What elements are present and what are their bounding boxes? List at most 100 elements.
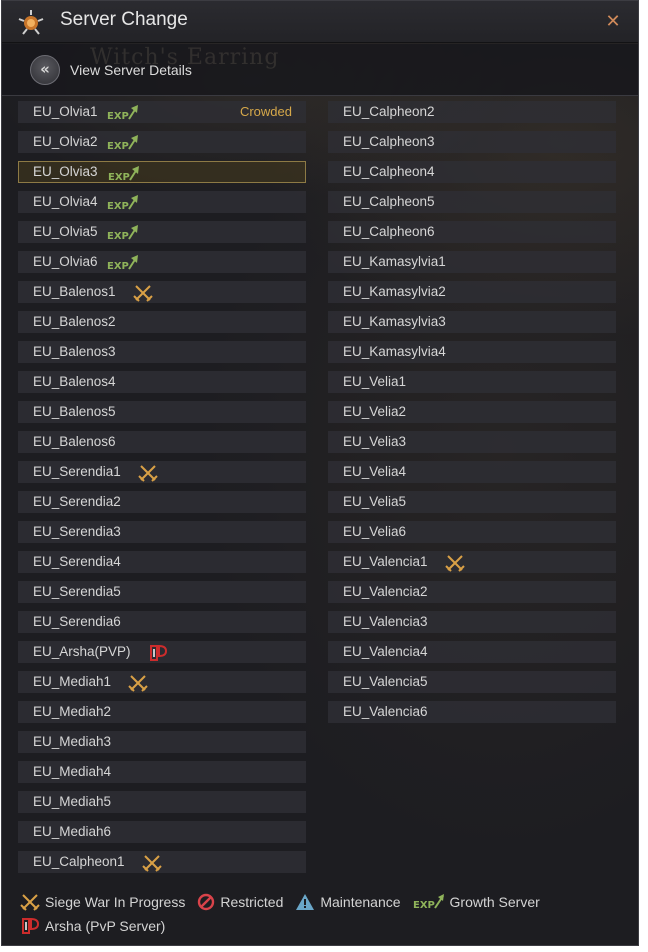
- server-row-eu-valencia4[interactable]: EU_Valencia4: [328, 641, 616, 663]
- server-status-label: Crowded: [239, 104, 292, 119]
- server-name: EU_Velia3: [343, 434, 407, 449]
- server-name: EU_Mediah2: [33, 704, 112, 719]
- server-row-eu-olvia3[interactable]: EU_Olvia3 EXP: [18, 161, 306, 183]
- server-row-eu-olvia6[interactable]: EU_Olvia6 EXP: [18, 251, 306, 273]
- server-row-eu-olvia2[interactable]: EU_Olvia2 EXP: [18, 131, 306, 153]
- server-row-eu-serendia1[interactable]: EU_Serendia1: [18, 461, 306, 483]
- crossed-swords-icon: [141, 855, 162, 872]
- server-row-eu-olvia1[interactable]: EU_Olvia1 EXP Crowded: [18, 101, 306, 123]
- server-name: EU_Balenos3: [33, 344, 116, 359]
- server-name: EU_Velia5: [343, 494, 407, 509]
- server-row-eu-serendia6[interactable]: EU_Serendia6: [18, 611, 306, 633]
- server-row-eu-serendia3[interactable]: EU_Serendia3: [18, 521, 306, 543]
- server-row-eu-velia3[interactable]: EU_Velia3: [328, 431, 616, 453]
- server-name: EU_Mediah1: [33, 674, 112, 689]
- server-name: EU_Valencia6: [343, 704, 428, 719]
- server-name: EU_Velia2: [343, 404, 407, 419]
- server-name: EU_Valencia1: [343, 554, 428, 569]
- server-row-eu-velia1[interactable]: EU_Velia1: [328, 371, 616, 393]
- legend-maintenance: Maintenance: [295, 893, 401, 911]
- server-row-eu-calpheon6[interactable]: EU_Calpheon6: [328, 221, 616, 243]
- legend-siege-label: Siege War In Progress: [45, 894, 186, 910]
- legend-siege: Siege War In Progress: [20, 893, 185, 911]
- server-row-eu-valencia6[interactable]: EU_Valencia6: [328, 701, 616, 723]
- server-row-eu-balenos1[interactable]: EU_Balenos1: [18, 281, 306, 303]
- server-name: EU_Olvia4: [33, 194, 98, 209]
- server-name: EU_Arsha(PVP): [33, 644, 131, 659]
- legend-restricted-label: Restricted: [220, 894, 284, 910]
- exp-growth-icon: EXP: [107, 255, 138, 272]
- server-name: EU_Olvia6: [33, 254, 98, 269]
- server-name: EU_Serendia3: [33, 524, 121, 539]
- server-row-eu-velia2[interactable]: EU_Velia2: [328, 401, 616, 423]
- server-row-eu-mediah3[interactable]: EU_Mediah3: [18, 731, 306, 753]
- server-name: EU_Kamasylvia4: [343, 344, 446, 359]
- server-row-eu-valencia1[interactable]: EU_Valencia1: [328, 551, 616, 573]
- legend-row-1: Siege War In Progress Restricted Mainten…: [20, 891, 630, 913]
- server-name: EU_Kamasylvia3: [343, 314, 446, 329]
- server-name: EU_Olvia2: [33, 134, 98, 149]
- server-row-eu-velia4[interactable]: EU_Velia4: [328, 461, 616, 483]
- server-row-eu-mediah6[interactable]: EU_Mediah6: [18, 821, 306, 843]
- exp-icon-text: EXP: [413, 900, 435, 911]
- server-row-eu-kamasylvia4[interactable]: EU_Kamasylvia4: [328, 341, 616, 363]
- server-name: EU_Balenos5: [33, 404, 116, 419]
- server-row-eu-calpheon2[interactable]: EU_Calpheon2: [328, 101, 616, 123]
- server-row-eu-balenos3[interactable]: EU_Balenos3: [18, 341, 306, 363]
- pvp-icon: [149, 644, 167, 661]
- server-row-eu-balenos6[interactable]: EU_Balenos6: [18, 431, 306, 453]
- server-row-eu-balenos4[interactable]: EU_Balenos4: [18, 371, 306, 393]
- server-row-eu-calpheon4[interactable]: EU_Calpheon4: [328, 161, 616, 183]
- server-name: EU_Mediah3: [33, 734, 112, 749]
- legend-growth-label: Growth Server: [449, 894, 540, 910]
- crossed-swords-icon: [20, 894, 40, 911]
- legend-row-2: Arsha (PvP Server): [20, 915, 630, 937]
- server-row-eu-serendia4[interactable]: EU_Serendia4: [18, 551, 306, 573]
- server-row-eu-serendia5[interactable]: EU_Serendia5: [18, 581, 306, 603]
- legend-pvp-label: Arsha (PvP Server): [45, 918, 166, 934]
- double-chevron-left-icon[interactable]: «: [30, 55, 60, 85]
- server-row-eu-velia6[interactable]: EU_Velia6: [328, 521, 616, 543]
- server-row-eu-olvia4[interactable]: EU_Olvia4 EXP: [18, 191, 306, 213]
- server-row-eu-calpheon1[interactable]: EU_Calpheon1: [18, 851, 306, 873]
- server-list-left: EU_Olvia1 EXP Crowded EU_Olvia2 EXP EU_Olvia3…: [18, 101, 306, 881]
- server-row-eu-arsha-pvp-[interactable]: EU_Arsha(PVP): [18, 641, 306, 663]
- server-name: EU_Velia4: [343, 464, 407, 479]
- server-row-eu-valencia3[interactable]: EU_Valencia3: [328, 611, 616, 633]
- legend: Siege War In Progress Restricted Mainten…: [20, 891, 630, 939]
- server-change-window: Server Change ✕ « View Server Details Wi…: [1, 0, 639, 946]
- crossed-swords-icon: [444, 555, 465, 572]
- server-row-eu-kamasylvia2[interactable]: EU_Kamasylvia2: [328, 281, 616, 303]
- server-row-eu-kamasylvia3[interactable]: EU_Kamasylvia3: [328, 311, 616, 333]
- server-row-eu-valencia2[interactable]: EU_Valencia2: [328, 581, 616, 603]
- server-row-eu-kamasylvia1[interactable]: EU_Kamasylvia1: [328, 251, 616, 273]
- server-name: EU_Velia6: [343, 524, 407, 539]
- server-row-eu-mediah4[interactable]: EU_Mediah4: [18, 761, 306, 783]
- server-name: EU_Balenos2: [33, 314, 116, 329]
- server-row-eu-olvia5[interactable]: EU_Olvia5 EXP: [18, 221, 306, 243]
- server-row-eu-calpheon3[interactable]: EU_Calpheon3: [328, 131, 616, 153]
- server-row-eu-velia5[interactable]: EU_Velia5: [328, 491, 616, 513]
- server-name: EU_Valencia2: [343, 584, 428, 599]
- server-row-eu-calpheon5[interactable]: EU_Calpheon5: [328, 191, 616, 213]
- close-icon[interactable]: ✕: [604, 13, 622, 31]
- server-name: EU_Kamasylvia2: [343, 284, 446, 299]
- server-name: EU_Calpheon4: [343, 164, 435, 179]
- server-row-eu-balenos2[interactable]: EU_Balenos2: [18, 311, 306, 333]
- maintenance-warning-icon: [296, 894, 315, 910]
- server-row-eu-mediah5[interactable]: EU_Mediah5: [18, 791, 306, 813]
- restricted-icon: [198, 893, 215, 911]
- server-row-eu-serendia2[interactable]: EU_Serendia2: [18, 491, 306, 513]
- background-watermark-text: Witch's Earring: [90, 45, 280, 70]
- exp-icon-text: EXP: [107, 201, 129, 212]
- exp-growth-icon: EXP: [108, 166, 139, 183]
- server-row-eu-mediah1[interactable]: EU_Mediah1: [18, 671, 306, 693]
- exp-growth-icon: EXP: [413, 894, 444, 911]
- server-name: EU_Balenos6: [33, 434, 116, 449]
- exp-icon-text: EXP: [107, 111, 129, 122]
- server-row-eu-valencia5[interactable]: EU_Valencia5: [328, 671, 616, 693]
- server-row-eu-balenos5[interactable]: EU_Balenos5: [18, 401, 306, 423]
- server-list-right: EU_Calpheon2 EU_Calpheon3 EU_Calpheon4 EU_C…: [328, 101, 616, 731]
- server-row-eu-mediah2[interactable]: EU_Mediah2: [18, 701, 306, 723]
- server-name: EU_Serendia4: [33, 554, 121, 569]
